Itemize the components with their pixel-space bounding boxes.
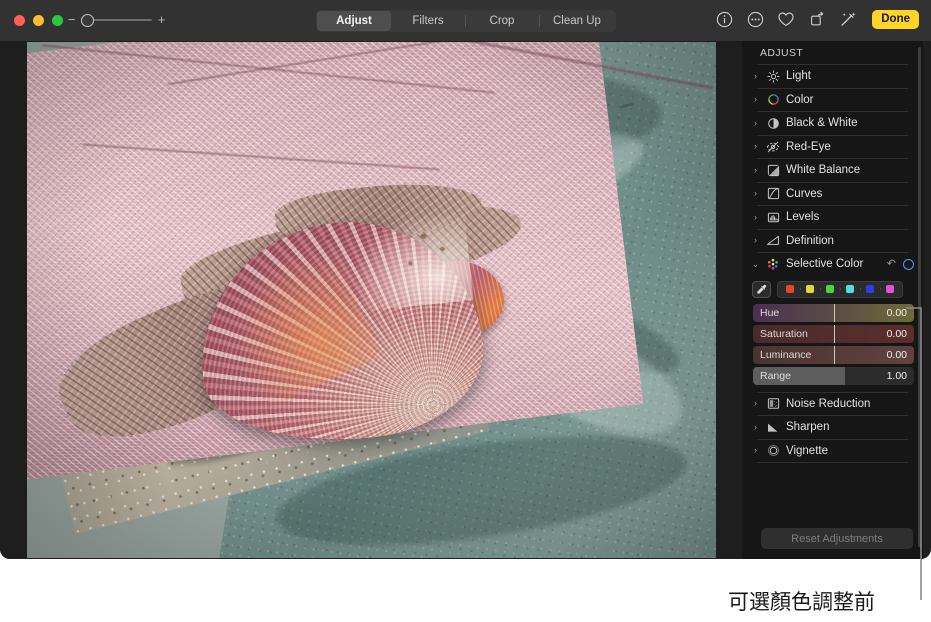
figure-caption: 可選顏色調整前	[728, 590, 875, 614]
screenshot-root: − + Adjust Filters Crop Clean Up Done AD…	[0, 0, 931, 622]
callout-leader-line	[906, 307, 922, 600]
